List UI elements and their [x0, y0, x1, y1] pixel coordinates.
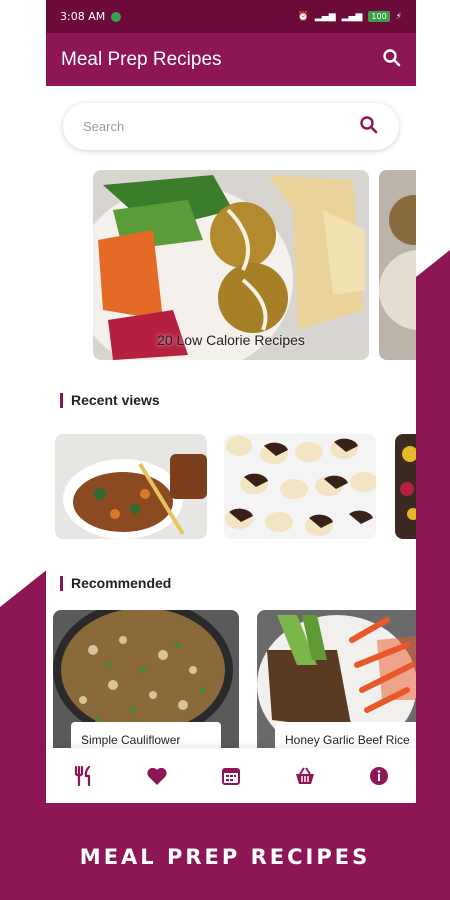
featured-caption: 20 Low Calorie Recipes [157, 332, 305, 348]
phone-screen: 3:08 AM ⏰ ▂▄▆ ▂▄▆ 100 ⚡ Meal Prep Recipe… [46, 0, 416, 803]
signal-icon-2: ▂▄▆ [341, 11, 363, 22]
heading-accent [60, 575, 63, 591]
next-card-peek[interactable] [379, 170, 416, 360]
featured-card[interactable]: 20 Low Calorie Recipes [93, 170, 369, 360]
status-bar: 3:08 AM ⏰ ▂▄▆ ▂▄▆ 100 ⚡ [46, 0, 416, 33]
calendar-icon[interactable] [211, 756, 251, 796]
app-bar: Meal Prep Recipes [46, 33, 416, 86]
recent-image [224, 434, 376, 539]
bottom-nav [46, 748, 416, 803]
signal-icon: ▂▄▆ [314, 11, 336, 22]
status-time: 3:08 AM [60, 10, 106, 23]
recent-views-title: Recent views [71, 392, 160, 408]
utensils-icon[interactable] [63, 756, 103, 796]
alarm-icon: ⏰ [297, 11, 309, 22]
recent-item[interactable] [55, 434, 207, 539]
peek-image [379, 170, 416, 360]
recent-views-row [46, 434, 416, 539]
recommended-card[interactable]: Simple Cauliflower Fried Rice [53, 610, 239, 755]
recent-item[interactable] [224, 434, 376, 539]
recent-views-heading: Recent views [46, 392, 416, 408]
heading-accent [60, 392, 63, 408]
charging-icon: ⚡ [395, 11, 402, 22]
search-icon[interactable] [382, 48, 402, 72]
footer-title: MEAL PREP RECIPES [79, 845, 371, 869]
featured-carousel: 20 Low Calorie Recipes [46, 170, 416, 360]
recommended-card[interactable]: Honey Garlic Beef Rice Bowls [257, 610, 416, 755]
battery-icon: 100 [368, 11, 390, 22]
recommended-heading: Recommended [46, 575, 416, 591]
recent-image [55, 434, 207, 539]
recommended-row: Simple Cauliflower Fried Rice Honey Garl… [46, 610, 416, 755]
notification-icon [111, 11, 122, 22]
recent-image [395, 434, 416, 539]
search-input[interactable] [83, 119, 323, 134]
info-icon[interactable] [359, 756, 399, 796]
app-title: Meal Prep Recipes [61, 48, 222, 70]
heart-icon[interactable] [137, 756, 177, 796]
search-button-icon[interactable] [359, 115, 379, 139]
search-bar [63, 103, 399, 150]
recent-item-peek[interactable] [395, 434, 416, 539]
basket-icon[interactable] [285, 756, 325, 796]
recommended-title: Recommended [71, 575, 172, 591]
